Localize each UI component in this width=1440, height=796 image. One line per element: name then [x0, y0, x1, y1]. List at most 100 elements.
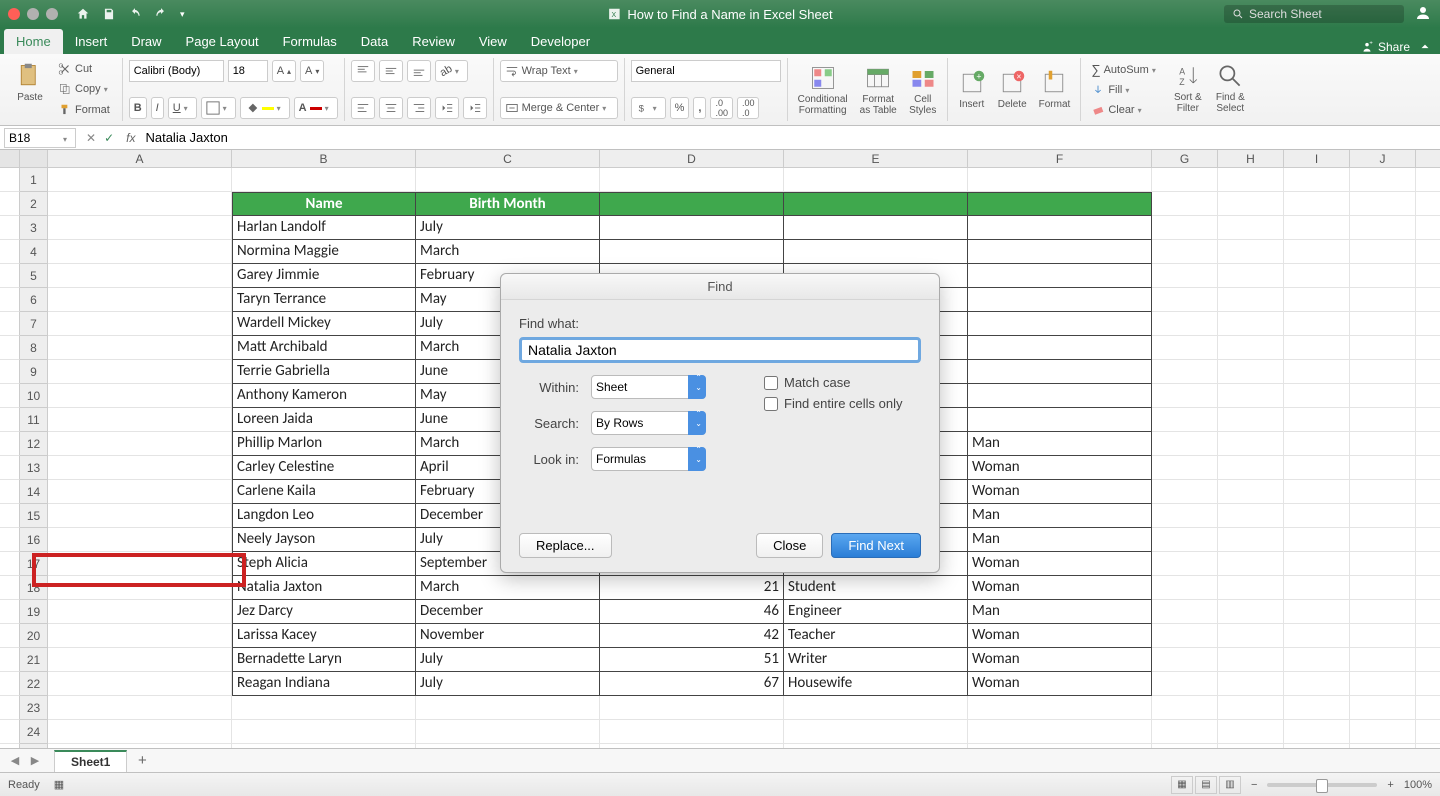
tab-formulas[interactable]: Formulas — [271, 29, 349, 54]
cell-G20[interactable] — [1152, 624, 1218, 648]
cell-D21[interactable]: 51 — [600, 648, 784, 672]
cell-B1[interactable] — [232, 168, 416, 192]
cell-F7[interactable] — [968, 312, 1152, 336]
cancel-formula-icon[interactable]: ✕ — [86, 131, 96, 145]
cell-I14[interactable] — [1284, 480, 1350, 504]
cell-G24[interactable] — [1152, 720, 1218, 744]
cell-A6[interactable] — [48, 288, 232, 312]
row-header[interactable]: 14 — [20, 480, 48, 504]
sheet-nav-prev[interactable]: ◀ — [6, 754, 24, 767]
cell-E19[interactable]: Engineer — [784, 600, 968, 624]
cell-D20[interactable]: 42 — [600, 624, 784, 648]
font-size-select[interactable] — [228, 60, 268, 82]
cell-H4[interactable] — [1218, 240, 1284, 264]
cell-B11[interactable]: Loreen Jaida — [232, 408, 416, 432]
cell-B13[interactable]: Carley Celestine — [232, 456, 416, 480]
cell-G21[interactable] — [1152, 648, 1218, 672]
cell-G23[interactable] — [1152, 696, 1218, 720]
currency-button[interactable]: $ — [631, 97, 666, 119]
cell-H1[interactable] — [1218, 168, 1284, 192]
wrap-text-button[interactable]: Wrap Text — [500, 60, 618, 82]
cell-G12[interactable] — [1152, 432, 1218, 456]
col-header-B[interactable]: B — [232, 150, 416, 168]
bold-button[interactable]: B — [129, 97, 147, 119]
cell-H12[interactable] — [1218, 432, 1284, 456]
name-box[interactable]: B18 — [4, 128, 76, 148]
cell-I23[interactable] — [1284, 696, 1350, 720]
cell-I8[interactable] — [1284, 336, 1350, 360]
cell-G17[interactable] — [1152, 552, 1218, 576]
add-sheet-button[interactable]: + — [131, 752, 153, 769]
cell-H18[interactable] — [1218, 576, 1284, 600]
tab-insert[interactable]: Insert — [63, 29, 120, 54]
cell-F25[interactable] — [968, 744, 1152, 748]
cell-K15[interactable] — [1416, 504, 1440, 528]
row-header[interactable]: 25 — [20, 744, 48, 748]
cell-I25[interactable] — [1284, 744, 1350, 748]
row-header[interactable]: 23 — [20, 696, 48, 720]
align-right-button[interactable] — [407, 97, 431, 119]
align-bottom-button[interactable] — [407, 60, 431, 82]
conditional-formatting-button[interactable]: Conditional Formatting — [794, 62, 852, 118]
font-name-select[interactable] — [129, 60, 224, 82]
italic-button[interactable]: I — [151, 97, 164, 119]
enter-formula-icon[interactable]: ✓ — [104, 131, 114, 145]
cell-A20[interactable] — [48, 624, 232, 648]
underline-button[interactable]: U — [168, 97, 197, 119]
cell-F18[interactable]: Woman — [968, 576, 1152, 600]
cell-G6[interactable] — [1152, 288, 1218, 312]
cell-E21[interactable]: Writer — [784, 648, 968, 672]
cell-I7[interactable] — [1284, 312, 1350, 336]
tab-data[interactable]: Data — [349, 29, 400, 54]
row-header[interactable]: 21 — [20, 648, 48, 672]
cell-K22[interactable] — [1416, 672, 1440, 696]
cell-G7[interactable] — [1152, 312, 1218, 336]
format-painter-button[interactable]: Format — [54, 101, 116, 119]
within-select[interactable]: Sheet — [591, 375, 706, 399]
align-center-button[interactable] — [379, 97, 403, 119]
cell-J24[interactable] — [1350, 720, 1416, 744]
row-header[interactable]: 12 — [20, 432, 48, 456]
cell-D4[interactable] — [600, 240, 784, 264]
replace-button[interactable]: Replace... — [519, 533, 612, 558]
indent-decrease-button[interactable] — [435, 97, 459, 119]
cell-I11[interactable] — [1284, 408, 1350, 432]
cell-I16[interactable] — [1284, 528, 1350, 552]
entire-cells-checkbox[interactable]: Find entire cells only — [764, 396, 903, 411]
cell-C2[interactable]: Birth Month — [416, 192, 600, 216]
find-select-button[interactable]: Find & Select — [1212, 60, 1249, 119]
cell-G15[interactable] — [1152, 504, 1218, 528]
cell-K18[interactable] — [1416, 576, 1440, 600]
cell-D25[interactable] — [600, 744, 784, 748]
cell-F12[interactable]: Man — [968, 432, 1152, 456]
cell-K12[interactable] — [1416, 432, 1440, 456]
cell-F6[interactable] — [968, 288, 1152, 312]
row-header[interactable]: 18 — [20, 576, 48, 600]
cell-J2[interactable] — [1350, 192, 1416, 216]
orientation-button[interactable]: ab — [435, 60, 468, 82]
cell-C24[interactable] — [416, 720, 600, 744]
cell-styles-button[interactable]: Cell Styles — [905, 62, 941, 118]
cell-A25[interactable] — [48, 744, 232, 748]
autosum-button[interactable]: ∑AutoSum — [1087, 60, 1164, 79]
cell-E22[interactable]: Housewife — [784, 672, 968, 696]
align-top-button[interactable] — [351, 60, 375, 82]
cell-K17[interactable] — [1416, 552, 1440, 576]
cell-A4[interactable] — [48, 240, 232, 264]
cell-D3[interactable] — [600, 216, 784, 240]
cell-H20[interactable] — [1218, 624, 1284, 648]
cell-D22[interactable]: 67 — [600, 672, 784, 696]
page-layout-view-button[interactable]: ▤ — [1195, 776, 1217, 794]
cell-I24[interactable] — [1284, 720, 1350, 744]
search-select[interactable]: By Rows — [591, 411, 706, 435]
cell-B10[interactable]: Anthony Kameron — [232, 384, 416, 408]
cell-J4[interactable] — [1350, 240, 1416, 264]
cell-A8[interactable] — [48, 336, 232, 360]
cell-A17[interactable] — [48, 552, 232, 576]
row-header[interactable]: 1 — [20, 168, 48, 192]
cell-H24[interactable] — [1218, 720, 1284, 744]
collapse-ribbon-icon[interactable] — [1418, 40, 1432, 54]
cell-J19[interactable] — [1350, 600, 1416, 624]
cell-K24[interactable] — [1416, 720, 1440, 744]
cell-G1[interactable] — [1152, 168, 1218, 192]
